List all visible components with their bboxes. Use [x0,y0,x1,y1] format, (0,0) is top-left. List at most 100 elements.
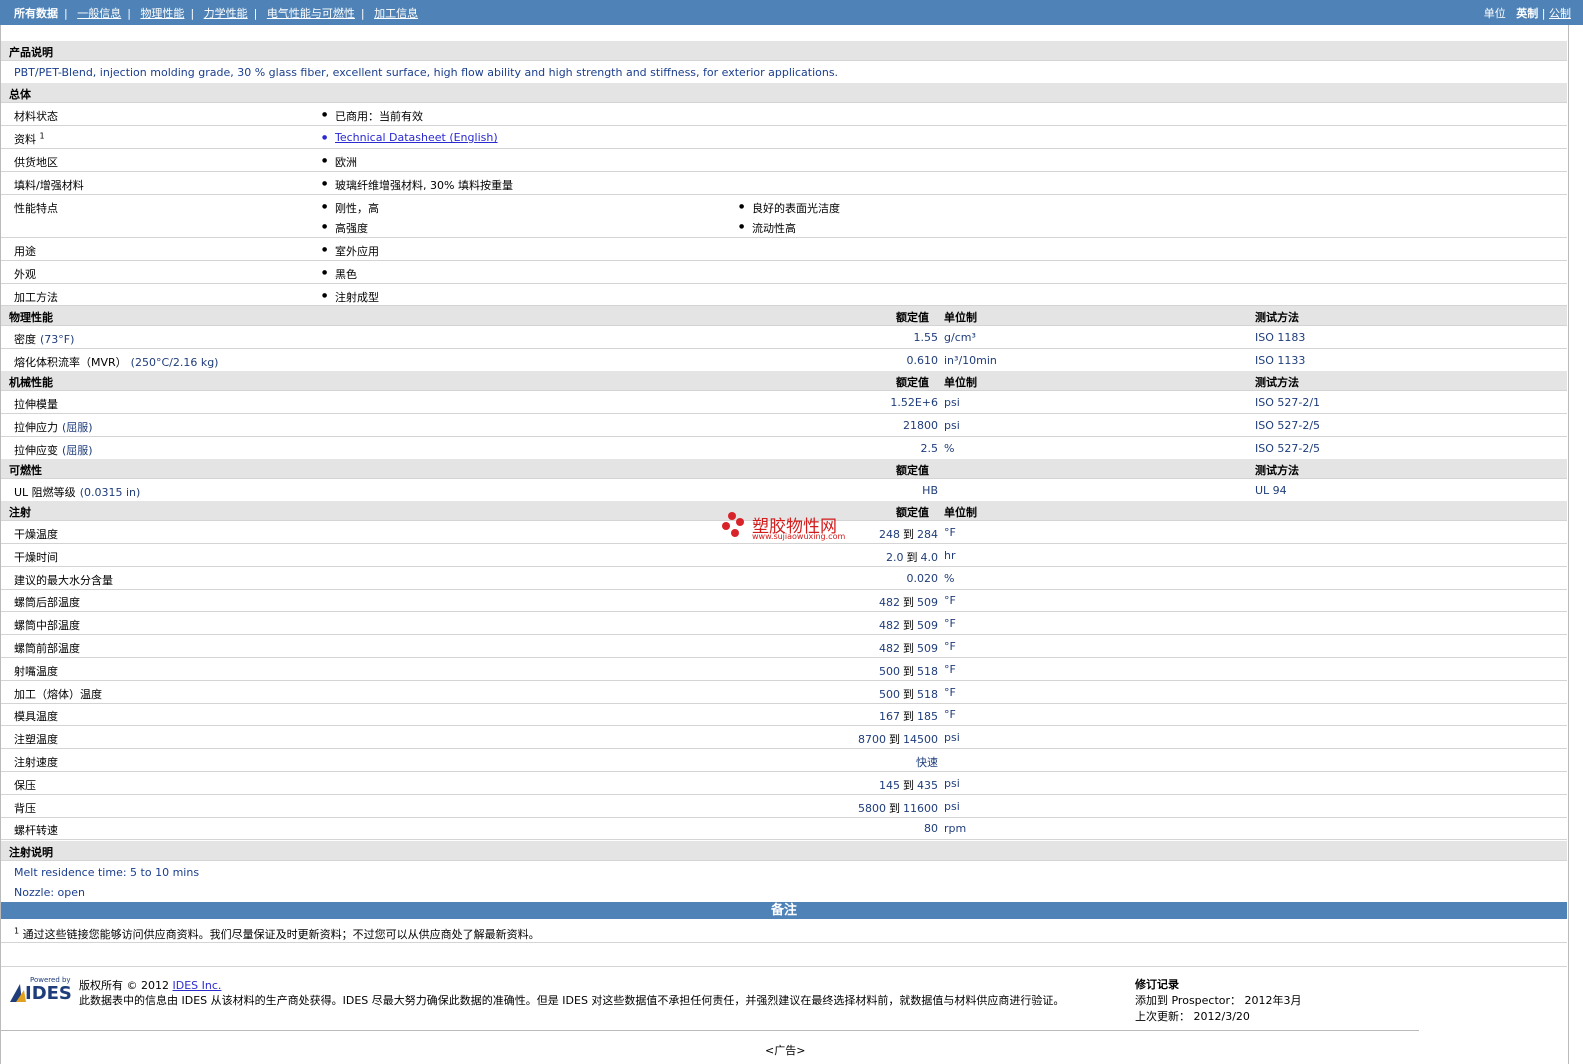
row-label: 加工方法 [14,291,58,304]
row-label: 外观 [14,268,36,281]
ides-logo[interactable]: Powered by IDES [8,976,72,1004]
remarks-bar: 备注 [1,902,1567,919]
general-row-region: 供货地区 欧洲 [1,149,1567,172]
section-title: 机械性能 [9,376,53,389]
property-unit: in³/10min [944,354,997,367]
injection-row: 加工（熔体）温度 500 到 518 °F [1,681,1567,704]
desc-text: PBT/PET-Blend, injection molding grade, … [14,66,839,79]
general-row-filler: 填料/增强材料 玻璃纤维增强材料, 30% 填料按重量 [1,172,1567,195]
section-nav: 所有数据 | 一般信息 | 物理性能 | 力学性能 | 电气性能与可燃性 | 加工信息 [14,7,419,20]
injection-row: 保压 145 到 435 psi [1,772,1567,795]
nav-physical[interactable]: 物理性能 [140,7,184,20]
col-method: 测试方法 [1255,311,1299,324]
property-value: 0.020 [906,571,939,585]
property-unit: °F [944,708,956,722]
desc-row: PBT/PET-Blend, injection molding grade, … [1,61,1567,82]
spacer-row [1,943,1567,967]
property-name: 射嘴温度 [14,664,58,678]
test-method: ISO 527-2/5 [1255,442,1321,455]
row-value: 已商用：当前有效 [322,108,423,124]
injection-row: 背压 5800 到 11600 psi [1,795,1567,818]
property-value: 500 到 518 [879,687,938,701]
general-row-status: 材料状态 已商用：当前有效 [1,103,1567,126]
property-name: 螺杆转速 [14,824,58,838]
unit-metric[interactable]: 公制 [1549,7,1571,20]
property-value: 248 到 284 [879,528,938,541]
nav-general[interactable]: 一般信息 [77,7,121,20]
nav-processing[interactable]: 加工信息 [374,7,418,20]
property-name: 建议的最大水分含量 [14,573,113,587]
property-value: 80 [924,822,938,836]
property-unit: % [944,442,955,455]
row-label: 填料/增强材料 [14,179,84,192]
watermark-url: www.sujiaowuxing.com [752,532,846,541]
col-method: 测试方法 [1255,376,1299,389]
datasheet-link[interactable]: Technical Datasheet (English) [322,131,498,144]
unit-label: 单位 [1483,7,1506,20]
feature-item: 高强度 [322,220,368,236]
general-header: 总体 [1,83,1567,103]
property-row: 拉伸模量 1.52E+6 psi ISO 527-2/1 [1,391,1567,414]
property-unit: psi [944,419,960,432]
general-row-features: 性能特点 刚性，高 良好的表面光洁度 高强度 流动性高 [1,195,1567,238]
general-row-use: 用途 室外应用 [1,238,1567,261]
property-value: 2.0 到 4.0 [886,550,938,564]
feature-item: 良好的表面光洁度 [739,200,840,216]
col-nominal: 额定值 [896,311,929,324]
injection-row: 螺杆转速 80 rpm [1,817,1567,841]
property-row: 密度 (73°F) 1.55 g/cm³ ISO 1183 [1,326,1567,349]
desc-header: 产品说明 [1,41,1567,61]
ad-label: <广告> [765,1044,806,1057]
property-row: 拉伸应力 (屈服) 21800 psi ISO 527-2/5 [1,414,1567,437]
property-name: 背压 [14,801,36,815]
logo-text: IDES [25,983,72,1004]
property-unit: °F [944,685,956,699]
test-method: ISO 1183 [1255,331,1306,344]
row-value: 室外应用 [322,243,379,259]
col-nominal: 额定值 [896,464,929,477]
property-name: 模具温度 [14,710,58,724]
col-unit: 单位制 [944,311,977,324]
row-label: 供货地区 [14,156,58,169]
nav-electrical[interactable]: 电气性能与可燃性 [267,7,355,20]
general-row-docs: 资料 1 Technical Datasheet (English) [1,126,1567,149]
property-unit: °F [944,594,956,608]
property-value: 5800 到 11600 [858,801,938,815]
nav-mechanical[interactable]: 力学性能 [204,7,248,20]
property-unit: % [944,571,955,585]
disclaimer: 此数据表中的信息由 IDES 从该材料的生产商处获得。IDES 尽最大努力确保此… [79,994,1065,1007]
property-unit: psi [944,731,960,745]
row-value: 欧洲 [322,154,357,170]
desc-title: 产品说明 [9,46,53,59]
property-value: 2.5 [920,442,939,455]
injection-row: 注射速度 快速 [1,749,1567,772]
property-unit: °F [944,526,956,539]
property-name: 螺筒前部温度 [14,642,80,655]
property-name: 螺筒中部温度 [14,619,80,633]
injection-row: 螺筒中部温度 482 到 509 °F [1,612,1567,636]
property-name: 拉伸应变 (屈服) [14,444,93,457]
inj-notes-header: 注射说明 [1,841,1567,861]
property-value: HB [922,484,938,497]
general-title: 总体 [9,88,31,101]
property-value: 167 到 185 [879,710,938,724]
property-name: 干燥温度 [14,528,58,541]
ides-link[interactable]: IDES Inc. [173,979,222,992]
revision-updated: 上次更新： 2012/3/20 [1135,1010,1250,1023]
injection-row: 注塑温度 8700 到 14500 psi [1,726,1567,750]
property-value: 500 到 518 [879,664,938,678]
remarks-text: 1 通过这些链接您能够访问供应商资料。我们尽量保证及时更新资料；不过您可以从供应… [14,926,540,941]
copyright: 版权所有 © 2012 IDES Inc. [79,979,222,992]
property-unit: psi [944,396,960,409]
unit-imperial[interactable]: 英制 [1516,7,1538,20]
section-title: 可燃性 [9,464,42,477]
col-unit: 单位制 [944,376,977,389]
nav-all-data[interactable]: 所有数据 [14,7,58,20]
injection-row: 射嘴温度 500 到 518 °F [1,658,1567,681]
injection-row: 干燥时间 2.0 到 4.0 hr [1,544,1567,567]
property-row: 熔化体积流率（MVR） (250°C/2.16 kg) 0.610 in³/10min… [1,349,1567,372]
feature-item: 刚性，高 [322,200,379,216]
row-label: 用途 [14,245,36,258]
property-value: 快速 [916,756,938,769]
property-value: 482 到 509 [879,596,938,610]
